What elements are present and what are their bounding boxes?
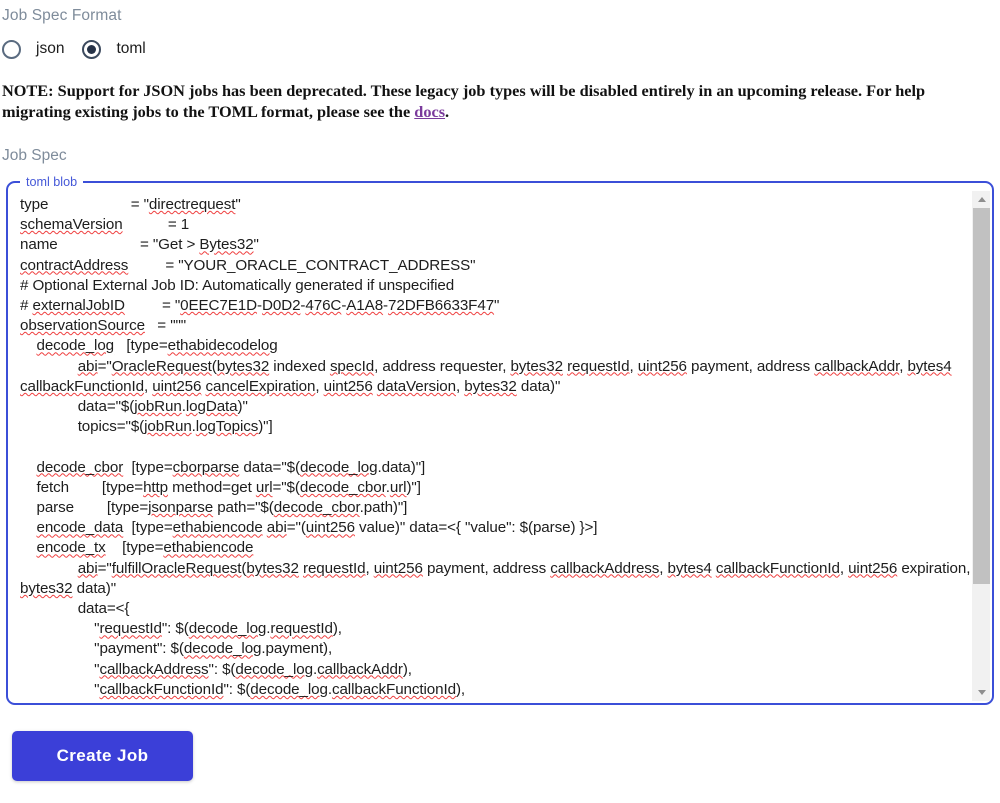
radio-option-json[interactable]: json <box>2 39 65 59</box>
scrollbar-thumb[interactable] <box>973 208 990 585</box>
toml-blob-legend: toml blob <box>26 175 78 189</box>
scrollbar-track[interactable] <box>973 208 990 684</box>
toml-spec-textarea[interactable]: type = "directrequest" schemaVersion = 1n… <box>8 189 972 703</box>
radio-option-toml[interactable]: toml <box>82 39 146 59</box>
radio-label-json: json <box>36 40 65 57</box>
deprecation-note: NOTE: Support for JSON jobs has been dep… <box>2 80 964 122</box>
deprecation-note-text-part1: NOTE: Support for JSON jobs has been dep… <box>2 81 926 121</box>
job-spec-format-radio-group: json toml <box>2 37 1000 61</box>
radio-label-toml: toml <box>116 40 146 57</box>
triangle-down-icon <box>977 690 986 695</box>
toml-textarea-wrapper: type = "directrequest" schemaVersion = 1n… <box>8 189 992 703</box>
toml-textarea-scrollbar[interactable] <box>972 191 990 701</box>
toml-blob-fieldset: toml blob type = "directrequest" schemaVe… <box>6 175 994 705</box>
scrollbar-up-button[interactable] <box>973 191 990 208</box>
job-spec-format-label: Job Spec Format <box>2 7 122 24</box>
job-spec-label: Job Spec <box>2 147 67 164</box>
deprecation-note-text-part2: . <box>445 102 450 121</box>
radio-circle-toml-icon[interactable] <box>82 39 102 59</box>
job-spec-form-page: Job Spec Format json toml NOTE: Support … <box>0 0 1000 781</box>
radio-circle-json-icon[interactable] <box>2 39 21 59</box>
triangle-up-icon <box>977 197 986 202</box>
form-actions: Create Job <box>12 731 1000 781</box>
radio-selected-dot-icon <box>87 44 97 54</box>
create-job-button[interactable]: Create Job <box>12 731 193 781</box>
scrollbar-down-button[interactable] <box>973 684 990 701</box>
docs-link[interactable]: docs <box>414 102 445 121</box>
